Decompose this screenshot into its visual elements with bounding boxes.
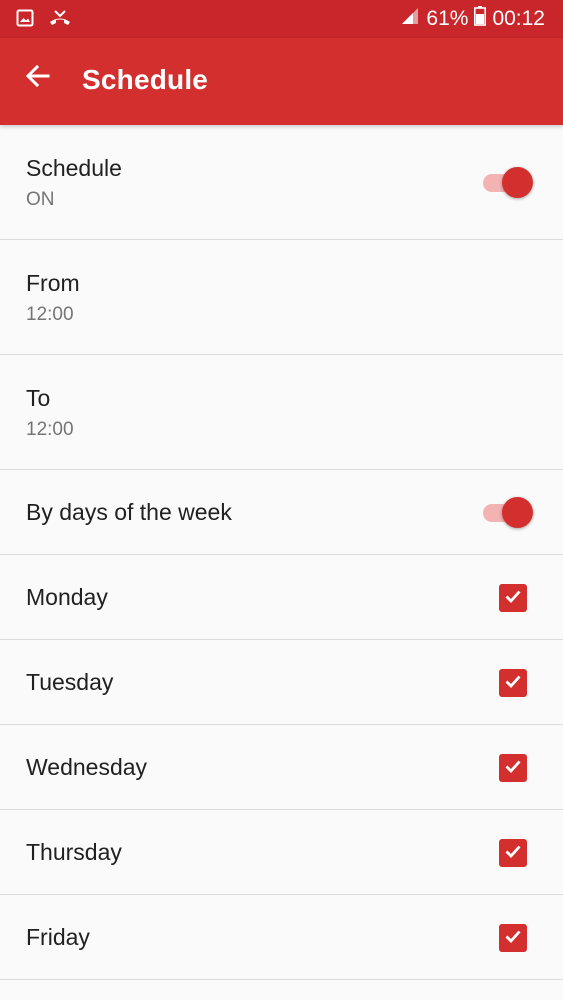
friday-checkbox[interactable] <box>499 924 527 952</box>
day-label: Friday <box>26 924 90 950</box>
signal-icon <box>400 7 420 31</box>
by-days-setting[interactable]: By days of the week <box>0 470 563 555</box>
day-row-wednesday[interactable]: Wednesday <box>0 725 563 810</box>
day-row-thursday[interactable]: Thursday <box>0 810 563 895</box>
to-label: To <box>26 385 51 411</box>
missed-call-icon <box>48 9 72 32</box>
by-days-toggle[interactable] <box>481 495 533 529</box>
schedule-setting[interactable]: Schedule ON <box>0 125 563 240</box>
wednesday-checkbox[interactable] <box>499 754 527 782</box>
to-time: 12:00 <box>26 419 74 440</box>
check-icon <box>503 586 523 611</box>
day-label: Thursday <box>26 839 122 865</box>
check-icon <box>503 671 523 696</box>
day-row-monday[interactable]: Monday <box>0 555 563 640</box>
tuesday-checkbox[interactable] <box>499 669 527 697</box>
thursday-checkbox[interactable] <box>499 839 527 867</box>
app-bar: Schedule <box>0 38 563 125</box>
schedule-toggle[interactable] <box>481 165 533 199</box>
status-bar: 61% 00:12 <box>0 0 563 38</box>
day-label: Wednesday <box>26 754 148 780</box>
from-time: 12:00 <box>26 304 74 325</box>
check-icon <box>503 756 523 781</box>
back-button[interactable] <box>20 60 56 96</box>
schedule-state: ON <box>26 189 55 210</box>
day-label: Monday <box>26 584 108 610</box>
notification-icons <box>16 9 72 32</box>
day-row-tuesday[interactable]: Tuesday <box>0 640 563 725</box>
switch-thumb <box>502 497 533 528</box>
monday-checkbox[interactable] <box>499 584 527 612</box>
switch-thumb <box>502 167 533 198</box>
battery-icon <box>474 6 487 32</box>
check-icon <box>503 926 523 951</box>
from-setting[interactable]: From 12:00 <box>0 240 563 355</box>
page-title: Schedule <box>82 64 209 95</box>
clock: 00:12 <box>492 7 545 30</box>
to-setting[interactable]: To 12:00 <box>0 355 563 470</box>
battery-percent: 61% <box>426 7 469 30</box>
by-days-label: By days of the week <box>26 499 232 525</box>
from-label: From <box>26 270 80 296</box>
check-icon <box>503 841 523 866</box>
day-row-friday[interactable]: Friday <box>0 895 563 980</box>
arrow-left-icon <box>24 62 52 95</box>
schedule-label: Schedule <box>26 155 122 181</box>
day-label: Tuesday <box>26 669 114 695</box>
status-right: 61% 00:12 <box>400 6 545 32</box>
settings-list: Schedule ON From 12:00 To 12:00 By days … <box>0 125 563 980</box>
gallery-icon <box>16 9 34 32</box>
